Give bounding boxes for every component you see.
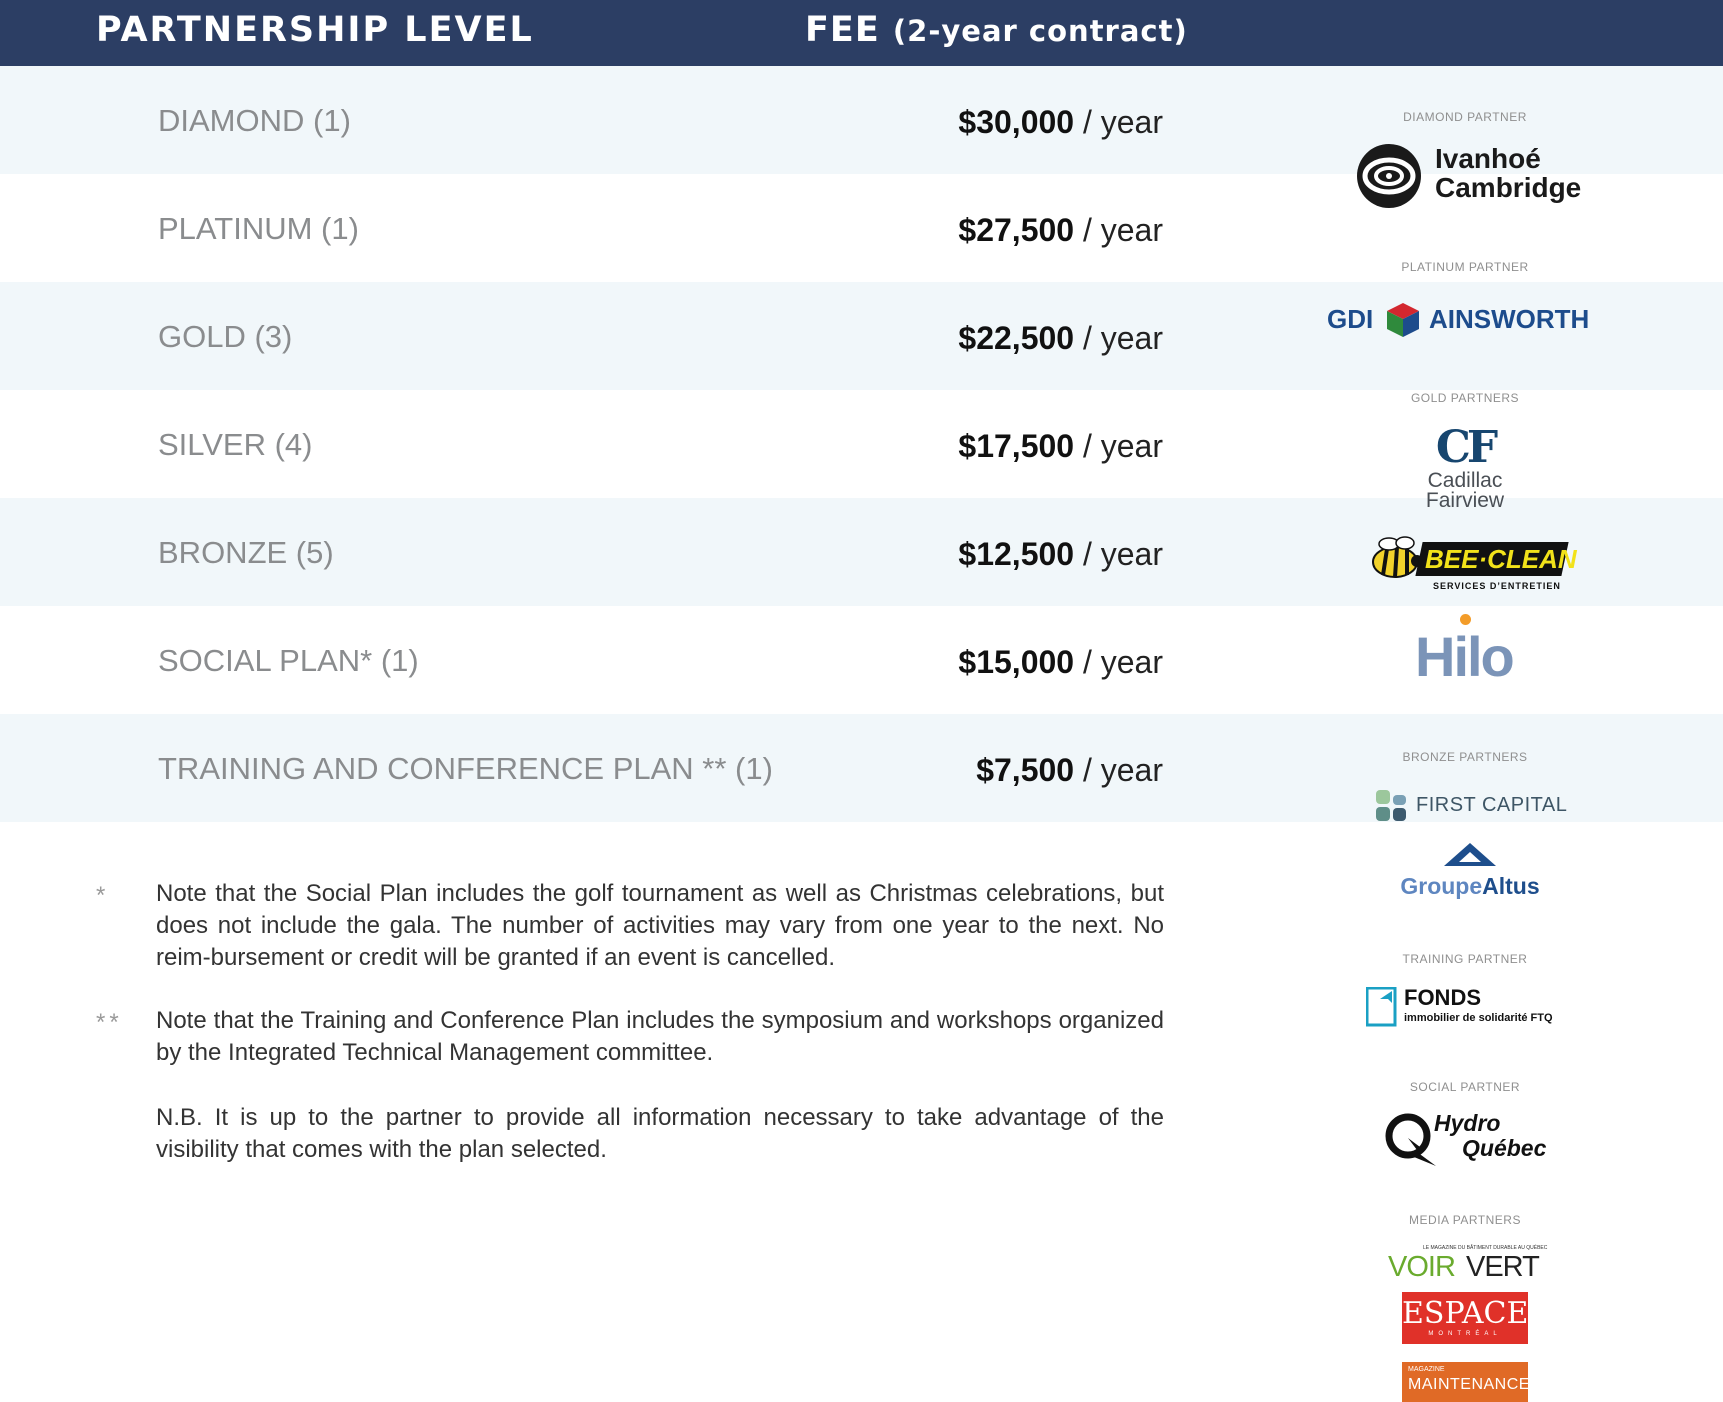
maintenance-magazine-logo: MAGAZINE MAINTENANCE xyxy=(1402,1362,1530,1402)
fee-heading-label: FEE xyxy=(805,10,880,50)
fee-amount: $12,500 xyxy=(958,536,1075,572)
groupe-altus-logo: GroupeAltus xyxy=(1395,842,1545,902)
training-partner-caption: TRAINING PARTNER xyxy=(1402,952,1528,966)
footnote-text: Note that the Social Plan includes the g… xyxy=(156,880,1164,971)
footnote-text: N.B. It is up to the partner to provide … xyxy=(156,1104,1164,1163)
bronze-partners-caption: BRONZE PARTNERS xyxy=(1402,750,1528,764)
fee-period: / year xyxy=(1082,644,1163,680)
ivanhoe-word: Ivanhoé xyxy=(1435,143,1541,174)
platinum-partner-caption: PLATINUM PARTNER xyxy=(1401,260,1529,274)
gdi-word: GDI xyxy=(1327,304,1374,334)
altus-word: Altus xyxy=(1482,873,1540,899)
groupe-word: Groupe xyxy=(1400,873,1483,899)
row-level-label: TRAINING AND CONFERENCE PLAN ** (1) xyxy=(158,751,773,786)
hilo-logo: Hilo xyxy=(1415,612,1525,688)
partners-column: DIAMOND PARTNER Ivanhoé Cambridge PLATIN… xyxy=(1300,100,1630,1402)
cambridge-word: Cambridge xyxy=(1435,172,1582,203)
row-fee: $15,000 / year xyxy=(958,644,1163,681)
altus-wordmark: GroupeAltus xyxy=(1395,873,1545,899)
partnership-level-heading: PARTNERSHIP LEVEL xyxy=(96,10,534,50)
first-capital-word: FIRST CAPITAL xyxy=(1416,794,1568,816)
social-partner-caption: SOCIAL PARTNER xyxy=(1409,1080,1521,1094)
fee-amount: $7,500 xyxy=(976,752,1075,788)
row-fee: $17,500 / year xyxy=(958,428,1163,465)
ainsworth-word: AINSWORTH xyxy=(1429,304,1590,334)
gold-partners-caption: GOLD PARTNERS xyxy=(1410,391,1520,405)
ainsworth-cube-icon xyxy=(1387,303,1419,337)
cf-mark: CF xyxy=(1435,422,1498,473)
fee-amount: $30,000 xyxy=(958,104,1075,140)
fonds-tagline: immobilier de solidarité FTQ xyxy=(1404,1012,1553,1024)
gdi-ainsworth-logo: GDI AINSWORTH xyxy=(1327,300,1617,340)
fee-period: / year xyxy=(1082,428,1163,464)
row-level-label: SOCIAL PLAN* (1) xyxy=(158,643,419,678)
fonds-word: FONDS xyxy=(1404,985,1481,1010)
fee-period: / year xyxy=(1082,752,1163,788)
bee-clean-word: BEE·CLEAN xyxy=(1425,544,1577,574)
voir-word: VOIR xyxy=(1388,1251,1456,1283)
row-fee: $30,000 / year xyxy=(958,104,1163,141)
fee-period: / year xyxy=(1082,320,1163,356)
fee-period: / year xyxy=(1082,212,1163,248)
fairview-word: Fairview xyxy=(1425,489,1505,512)
row-level-label: SILVER (4) xyxy=(158,427,313,462)
voir-vert-logo: LE MAGAZINE DU BÂTIMENT DURABLE AU QUÉBE… xyxy=(1388,1245,1548,1283)
bee-clean-logo: BEE·CLEAN SERVICES D’ENTRETIEN xyxy=(1365,532,1577,602)
fonds-arrow-icon xyxy=(1366,987,1397,1027)
ivanhoe-cambridge-logo: Ivanhoé Cambridge xyxy=(1355,142,1585,212)
magazine-word: MAGAZINE xyxy=(1408,1366,1445,1373)
montreal-word: MONTRÉAL xyxy=(1428,1331,1502,1337)
row-fee: $7,500 / year xyxy=(976,752,1163,789)
footnote-marker: ** xyxy=(96,1009,123,1036)
row-level-label: PLATINUM (1) xyxy=(158,211,359,246)
media-partners-caption: MEDIA PARTNERS xyxy=(1409,1213,1521,1227)
first-capital-logo: FIRST CAPITAL xyxy=(1375,788,1575,824)
cadillac-fairview-logo: CF Cadillac Fairview xyxy=(1415,425,1515,520)
ivanhoe-swirl-icon xyxy=(1357,144,1421,208)
fee-period: / year xyxy=(1082,104,1163,140)
fee-amount: $22,500 xyxy=(958,320,1075,356)
maintenance-word: MAINTENANCE xyxy=(1408,1376,1530,1393)
fee-heading: FEE (2-year contract) xyxy=(805,10,1188,50)
hilo-word: Hilo xyxy=(1415,625,1515,688)
altus-roof-icon xyxy=(1444,843,1496,866)
vert-word: VERT xyxy=(1466,1251,1540,1283)
table-header: PARTNERSHIP LEVEL FEE (2-year contract) xyxy=(0,0,1723,66)
row-level-label: DIAMOND (1) xyxy=(158,103,351,138)
diamond-partner-caption: DIAMOND PARTNER xyxy=(1403,110,1527,124)
hydro-word: Hydro xyxy=(1434,1110,1501,1136)
footnote-text: Note that the Training and Conference Pl… xyxy=(156,1007,1164,1066)
row-fee: $22,500 / year xyxy=(958,320,1163,357)
fee-amount: $27,500 xyxy=(958,212,1075,248)
footnote-marker: * xyxy=(96,882,110,909)
row-level-label: BRONZE (5) xyxy=(158,535,334,570)
first-capital-squares-icon xyxy=(1376,790,1406,821)
fonds-ftq-logo: FONDS immobilier de solidarité FTQ xyxy=(1366,985,1576,1029)
cadillac-word: Cadillac xyxy=(1427,469,1503,492)
bee-clean-tagline: SERVICES D’ENTRETIEN xyxy=(1433,581,1561,591)
row-fee: $27,500 / year xyxy=(958,212,1163,249)
hydro-quebec-logo: Hydro Québec xyxy=(1384,1108,1564,1168)
hydro-quebec-q-icon xyxy=(1385,1113,1436,1166)
espace-montreal-logo: ESPACE MONTRÉAL xyxy=(1402,1292,1528,1344)
espace-word: ESPACE xyxy=(1402,1296,1529,1331)
fee-amount: $15,000 xyxy=(958,644,1075,680)
fee-heading-note: (2-year contract) xyxy=(892,14,1188,48)
quebec-word: Québec xyxy=(1462,1135,1547,1161)
fee-amount: $17,500 xyxy=(958,428,1075,464)
row-fee: $12,500 / year xyxy=(958,536,1163,573)
fee-period: / year xyxy=(1082,536,1163,572)
row-level-label: GOLD (3) xyxy=(158,319,293,354)
